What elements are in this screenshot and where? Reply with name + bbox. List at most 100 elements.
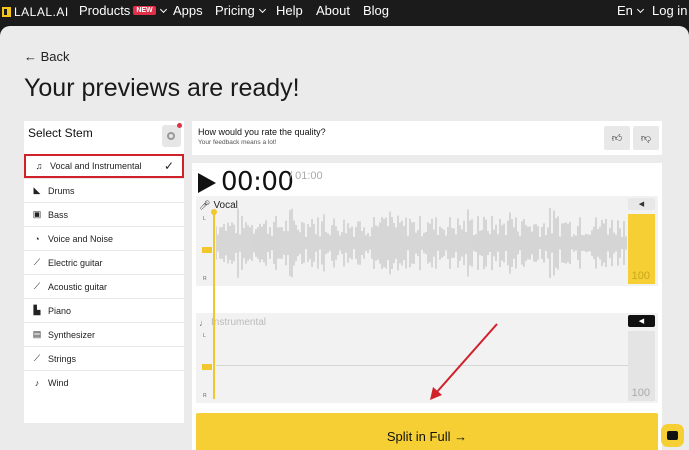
notification-dot (177, 123, 182, 128)
page-title: Your previews are ready! (24, 74, 300, 102)
logo-text: LALAL.AI (14, 5, 69, 19)
stem-item-label: Bass (48, 209, 69, 220)
track-instrumental-name: Instrumental (211, 317, 267, 328)
chevron-down-icon (258, 5, 266, 13)
language-select[interactable]: En (617, 3, 644, 18)
check-icon: ✓ (163, 159, 174, 173)
stem-item-synthesizer[interactable]: ▤ Synthesizer (24, 322, 184, 346)
mute-button-instrumental[interactable]: ◀︎ (628, 315, 655, 327)
thumbs-down-button[interactable]: 👎︎ (633, 126, 659, 150)
stem-item-vocal-instrumental[interactable]: ♫ Vocal and Instrumental ✓ (24, 154, 184, 178)
channel-left-label: L (203, 216, 206, 222)
stem-header: Select Stem (28, 126, 93, 140)
play-icon[interactable] (198, 173, 216, 193)
track-vocal: 🎤︎ Vocal L R ◀︎ 100 (196, 196, 658, 286)
level-marker (202, 247, 212, 253)
playhead[interactable] (213, 213, 215, 399)
stem-list: ♫ Vocal and Instrumental ✓ ◣ Drums ▣ Bas… (24, 154, 184, 394)
chat-button[interactable] (661, 424, 684, 447)
thumbs-up-button[interactable]: 👍︎ (604, 126, 630, 150)
level-marker (202, 364, 212, 370)
acoustic-guitar-icon: ⟋ (33, 281, 41, 291)
stem-item-electric-guitar[interactable]: ⟋ Electric guitar (24, 250, 184, 274)
logo[interactable]: LALAL.AI (2, 5, 69, 19)
chat-icon (667, 431, 678, 440)
nav-help-label: Help (276, 3, 303, 18)
chevron-down-icon (636, 5, 644, 13)
audio-player: 00:00 / 01:00 🎤︎ Vocal L R ◀︎ 100 ♩ Inst… (192, 163, 662, 450)
login-link[interactable]: Log in (652, 3, 687, 18)
stem-item-label: Electric guitar (48, 257, 103, 268)
split-in-full-button[interactable]: Split in Full → (196, 413, 658, 450)
nav-about[interactable]: About (316, 3, 350, 18)
strings-icon: ⟋ (33, 353, 41, 363)
stem-item-label: Synthesizer (48, 329, 96, 340)
note-icon: ♩ (199, 317, 208, 328)
stem-item-label: Vocal and Instrumental (50, 161, 142, 171)
volume-slider-vocal[interactable]: 100 (628, 214, 655, 284)
nav-pricing-label: Pricing (215, 3, 255, 18)
bass-icon: ▣ (32, 209, 42, 219)
nav-about-label: About (316, 3, 350, 18)
drums-icon: ◣ (33, 185, 41, 195)
synthesizer-icon: ▤ (32, 329, 42, 339)
stem-item-label: Voice and Noise (48, 233, 114, 244)
stem-item-voice-noise[interactable]: ◔ Voice and Noise (24, 226, 184, 250)
channel-right-label: R (203, 276, 207, 282)
mute-button-vocal[interactable]: ◀︎ (628, 198, 655, 210)
stem-item-label: Acoustic guitar (48, 281, 108, 292)
nav-pricing[interactable]: Pricing (215, 3, 266, 18)
stem-selector: Select Stem ♫ Vocal and Instrumental ✓ ◣… (24, 121, 184, 423)
gear-icon (167, 132, 175, 140)
top-nav: LALAL.AI Products NEW Apps Pricing Help … (0, 0, 689, 24)
thumbs-up-icon: 👍︎ (611, 133, 623, 144)
language-label: En (617, 3, 633, 18)
settings-button[interactable] (162, 123, 182, 147)
nav-apps-label: Apps (173, 3, 203, 18)
electric-guitar-icon: ⟋ (33, 257, 41, 267)
stem-item-label: Piano (48, 305, 72, 316)
microphone-icon: 🎤︎ (199, 200, 211, 210)
volume-value: 100 (631, 387, 650, 399)
channel-left-label: L (203, 333, 206, 339)
stem-item-acoustic-guitar[interactable]: ⟋ Acoustic guitar (24, 274, 184, 298)
track-instrumental: ♩ Instrumental L R ◀︎ 100 (196, 313, 658, 403)
current-time: 00:00 (221, 167, 294, 197)
volume-value: 100 (631, 270, 650, 282)
rating-question: How would you rate the quality? (198, 127, 326, 137)
login-label: Log in (652, 3, 688, 18)
chevron-down-icon (159, 5, 167, 13)
rating-card: How would you rate the quality? Your fee… (192, 121, 662, 155)
new-badge: NEW (133, 6, 156, 15)
stem-item-bass[interactable]: ▣ Bass (24, 202, 184, 226)
main-panel: ← Back Your previews are ready! Select S… (0, 26, 689, 450)
back-link[interactable]: ← Back (24, 49, 70, 64)
channel-right-label: R (203, 393, 207, 399)
thumbs-down-icon: 👎︎ (640, 133, 652, 144)
nav-products[interactable]: Products NEW (79, 3, 167, 18)
vocal-waveform[interactable] (216, 208, 628, 278)
stem-item-piano[interactable]: ▙ Piano (24, 298, 184, 322)
wind-icon: ♪ (34, 377, 40, 388)
nav-apps[interactable]: Apps (173, 3, 203, 18)
stem-item-strings[interactable]: ⟋ Strings (24, 346, 184, 370)
voice-noise-icon: ◔ (34, 233, 40, 244)
stem-item-wind[interactable]: ♪ Wind (24, 370, 184, 394)
vocal-instrumental-icon: ♫ (35, 161, 43, 171)
volume-slider-instrumental[interactable]: 100 (628, 331, 655, 401)
duration: / 01:00 (289, 170, 323, 182)
stem-item-label: Wind (48, 377, 69, 388)
speaker-icon: ◀︎ (638, 318, 645, 325)
nav-blog[interactable]: Blog (363, 3, 389, 18)
instrumental-waveform[interactable] (216, 365, 628, 366)
logo-icon (2, 7, 11, 17)
stem-item-label: Drums (48, 185, 75, 196)
nav-products-label: Products (79, 3, 131, 18)
track-instrumental-label: ♩ Instrumental (199, 317, 266, 328)
speaker-icon: ◀︎ (638, 201, 645, 208)
piano-icon: ▙ (33, 305, 41, 315)
nav-blog-label: Blog (363, 3, 390, 18)
stem-item-drums[interactable]: ◣ Drums (24, 178, 184, 202)
rating-subtitle: Your feedback means a lot! (198, 139, 277, 146)
nav-help[interactable]: Help (276, 3, 303, 18)
